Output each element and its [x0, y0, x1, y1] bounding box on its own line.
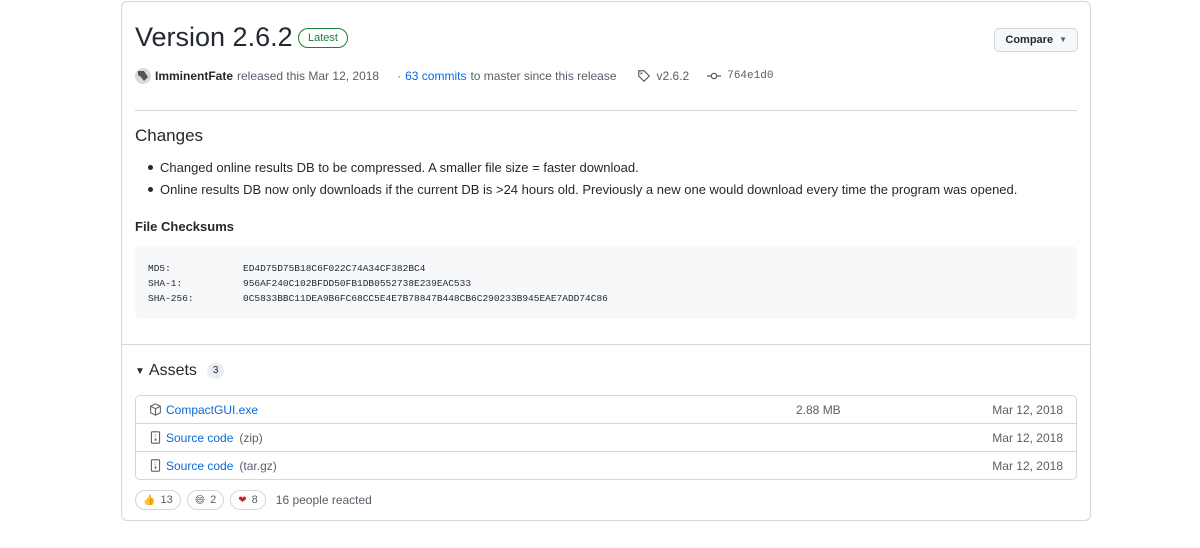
- package-icon: [149, 403, 162, 416]
- checksums-code-block: MD5: ED4D75D75B18C6F022C74A34CF382BC4 SHA…: [135, 246, 1077, 319]
- asset-name[interactable]: Source code: [166, 459, 233, 473]
- commits-link[interactable]: 63 commits: [405, 69, 466, 83]
- assets-heading: Assets: [148, 362, 197, 379]
- assets-list: CompactGUI.exe 2.88 MB Mar 12, 2018 Sour…: [135, 395, 1077, 480]
- changes-list: Changed online results DB to be compress…: [135, 158, 1017, 202]
- checksum-value: 956AF240C102BFDD50FB1DB0552738E239EAC533: [243, 278, 472, 289]
- assets-count-badge: 3: [206, 363, 225, 379]
- commits-suffix: to master since this release: [470, 69, 617, 83]
- author-link[interactable]: ImminentFate: [155, 69, 233, 83]
- asset-link-source-targz[interactable]: Source code: [166, 459, 233, 473]
- reaction-count: 8: [251, 494, 258, 506]
- asset-link-compactgui[interactable]: CompactGUI.exe: [166, 403, 258, 417]
- asset-name[interactable]: Source code: [166, 431, 233, 445]
- checksum-key: MD5:: [148, 263, 171, 274]
- checksum-row-md5: MD5: ED4D75D75B18C6F022C74A34CF382BC4: [148, 263, 425, 274]
- checksum-value: 0C5833BBC11DEA9B6FC68CC5E4E7B78847B448CB…: [243, 293, 608, 304]
- commits-prefix: ·: [397, 69, 402, 83]
- compare-button[interactable]: Compare ▼: [994, 28, 1078, 52]
- checksum-value: ED4D75D75B18C6F022C74A34CF382BC4: [243, 263, 426, 274]
- reactions-summary: 16 people reacted: [275, 493, 372, 507]
- reaction-thumbs-up[interactable]: 👍 13: [135, 490, 181, 510]
- triangle-down-icon: ▼: [135, 365, 145, 377]
- asset-date: Mar 12, 2018: [992, 458, 1063, 473]
- reactions-bar: 👍 13 😄 2 ❤ 8 16 people reacted: [135, 490, 372, 510]
- checksum-key: SHA-256:: [148, 293, 194, 304]
- reaction-count: 13: [160, 494, 173, 506]
- checksum-row-sha256: SHA-256: 0C5833BBC11DEA9B6FC68CC5E4E7B788…: [148, 293, 608, 304]
- file-zip-icon: [149, 431, 162, 444]
- chevron-down-icon: ▼: [1059, 35, 1067, 44]
- laugh-icon: 😄: [194, 494, 206, 506]
- asset-ext[interactable]: (tar.gz): [239, 459, 276, 473]
- tag-link[interactable]: v2.6.2: [657, 69, 690, 83]
- file-zip-icon: [149, 459, 162, 472]
- release-meta: ImminentFate released this Mar 12, 2018 …: [135, 68, 773, 84]
- checksum-key: SHA-1:: [148, 278, 183, 289]
- compare-label: Compare: [1005, 34, 1054, 46]
- commit-sha-link[interactable]: 764e1d0: [727, 70, 773, 82]
- reaction-laugh[interactable]: 😄 2: [186, 490, 225, 510]
- reaction-count: 2: [210, 494, 217, 506]
- git-commit-icon: [707, 69, 722, 83]
- thumbs-up-icon: 👍: [143, 494, 156, 506]
- list-item: Changed online results DB to be compress…: [135, 158, 1017, 180]
- asset-date: Mar 12, 2018: [992, 402, 1063, 417]
- assets-toggle[interactable]: ▼ Assets 3: [135, 362, 225, 380]
- heart-icon: ❤: [238, 494, 247, 506]
- asset-size: 2.88 MB: [796, 402, 841, 417]
- reaction-heart[interactable]: ❤ 8: [230, 490, 266, 510]
- divider: [122, 344, 1090, 345]
- divider: [135, 110, 1077, 111]
- checksum-row-sha1: SHA-1: 956AF240C102BFDD50FB1DB0552738E239…: [148, 278, 471, 289]
- latest-badge: Latest: [298, 28, 348, 48]
- asset-date: Mar 12, 2018: [992, 430, 1063, 445]
- avatar[interactable]: [135, 68, 151, 84]
- release-title[interactable]: Version 2.6.2: [135, 20, 293, 54]
- asset-ext[interactable]: (zip): [239, 431, 262, 445]
- list-item: Online results DB now only downloads if …: [135, 180, 1017, 202]
- tag-icon: [637, 69, 651, 83]
- asset-row: CompactGUI.exe 2.88 MB Mar 12, 2018: [136, 396, 1076, 423]
- changes-heading: Changes: [135, 126, 204, 145]
- asset-row: Source code (tar.gz) Mar 12, 2018: [136, 451, 1076, 479]
- released-text: released this Mar 12, 2018: [237, 69, 380, 83]
- checksums-heading: File Checksums: [135, 219, 234, 234]
- asset-row: Source code (zip) Mar 12, 2018: [136, 423, 1076, 451]
- asset-link-source-zip[interactable]: Source code: [166, 431, 233, 445]
- release-card: Version 2.6.2 Latest Compare ▼ ImminentF…: [121, 1, 1091, 521]
- asset-name[interactable]: CompactGUI.exe: [166, 403, 258, 417]
